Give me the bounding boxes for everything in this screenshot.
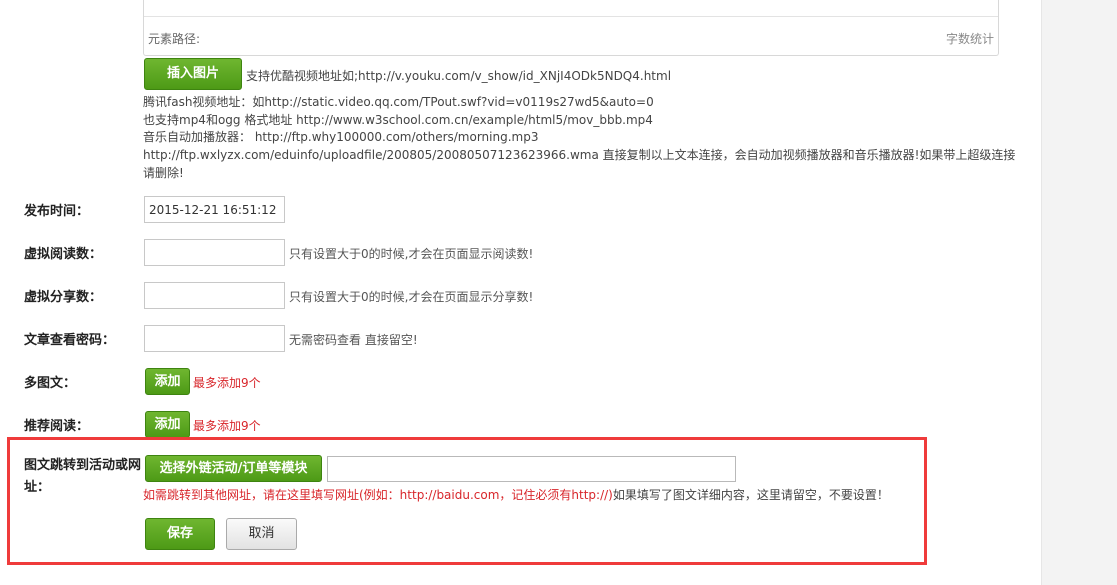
youku-hint: 支持优酷视频地址如;http://v.youku.com/v_show/id_X…: [246, 69, 672, 83]
redirect-label: 图文跳转到活动或网址：: [24, 458, 142, 495]
rich-text-editor[interactable]: 元素路径: 字数统计: [143, 0, 999, 56]
view-password-label: 文章查看密码：: [24, 333, 116, 348]
multi-article-limit-hint: 最多添加9个: [193, 376, 261, 390]
insert-image-button[interactable]: 插入图片: [144, 58, 242, 90]
virtual-shares-input[interactable]: [144, 282, 285, 309]
recommended-add-button[interactable]: 添加: [145, 411, 190, 438]
mp4-hint: 也支持mp4和ogg 格式地址 http://www.w3school.com.…: [143, 113, 653, 127]
word-count-label: 字数统计: [945, 32, 994, 46]
redirect-hint-warning: 如需跳转到其他网址，请在这里填写网址(例如：http://baidu.com，记…: [143, 488, 613, 502]
music-hint: 音乐自动加播放器： http://ftp.why100000.com/other…: [143, 130, 539, 144]
save-button[interactable]: 保存: [145, 518, 215, 550]
multi-article-label: 多图文：: [24, 376, 77, 391]
publish-time-input[interactable]: [144, 196, 285, 223]
multi-article-add-button[interactable]: 添加: [145, 368, 190, 395]
redirect-hint-note: 如果填写了图文详细内容，这里请留空，不要设置！: [612, 488, 889, 502]
publish-time-label: 发布时间：: [24, 204, 90, 219]
virtual-shares-label: 虚拟分享数：: [24, 290, 103, 305]
virtual-reads-label: 虚拟阅读数：: [24, 247, 103, 262]
recommended-limit-hint: 最多添加9个: [193, 419, 261, 433]
view-password-hint: 无需密码查看 直接留空!: [289, 333, 418, 347]
tencent-hint: 腾讯fash视频地址：如http://static.video.qq.com/T…: [143, 95, 654, 109]
select-external-module-button[interactable]: 选择外链活动/订单等模块: [145, 455, 322, 482]
virtual-reads-input[interactable]: [144, 239, 285, 266]
right-gutter: [1041, 0, 1117, 585]
page: 元素路径: 字数统计 插入图片 支持优酷视频地址如;http://v.youku…: [0, 0, 1117, 585]
virtual-reads-hint: 只有设置大于0的时候,才会在页面显示阅读数!: [289, 247, 534, 261]
element-path-label: 元素路径:: [148, 32, 201, 46]
cancel-button[interactable]: 取消: [226, 518, 297, 550]
virtual-shares-hint: 只有设置大于0的时候,才会在页面显示分享数!: [289, 290, 534, 304]
recommended-label: 推荐阅读：: [24, 419, 90, 434]
editor-divider: [144, 16, 998, 17]
redirect-url-input[interactable]: [327, 456, 736, 482]
redirect-hint: 如需跳转到其他网址，请在这里填写网址(例如：http://baidu.com，记…: [143, 486, 889, 503]
wma-hint: http://ftp.wxlyzx.com/eduinfo/uploadfile…: [143, 148, 1016, 180]
view-password-input[interactable]: [144, 325, 285, 352]
